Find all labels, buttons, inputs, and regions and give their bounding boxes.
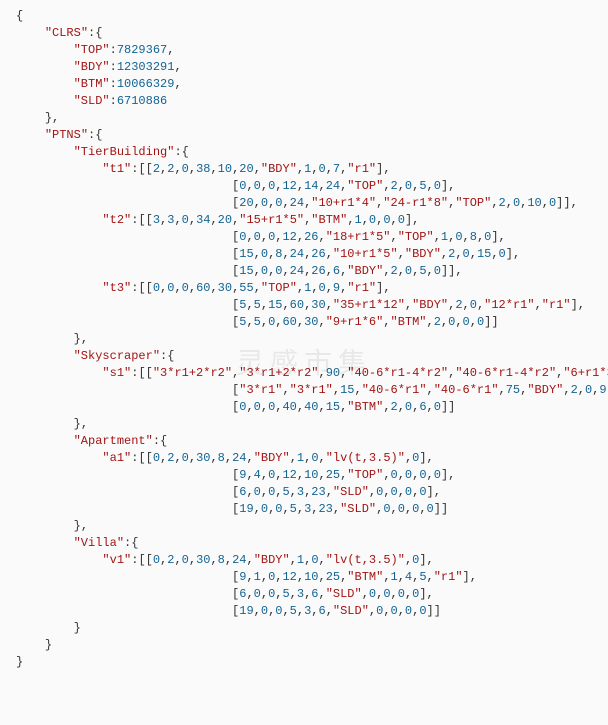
- code-block: { "CLRS":{ "TOP":7829367, "BDY":12303291…: [0, 0, 608, 679]
